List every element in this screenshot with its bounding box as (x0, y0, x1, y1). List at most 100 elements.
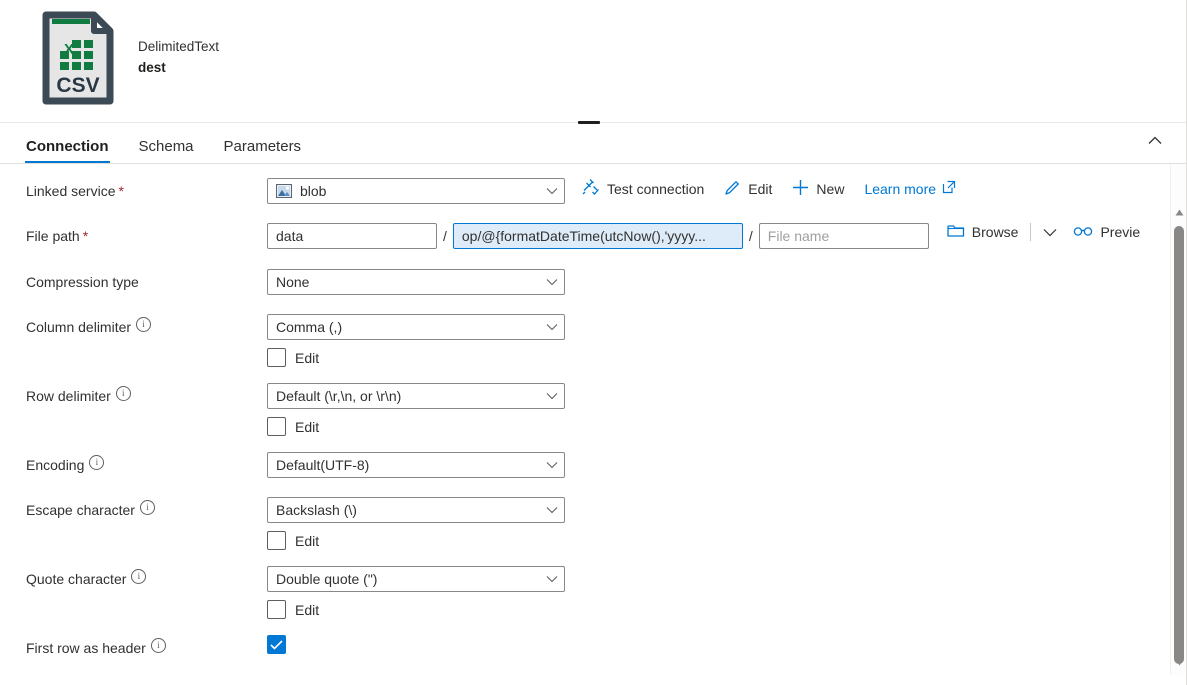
preview-label: Previe (1100, 224, 1141, 240)
compression-type-row: Compression type None (26, 269, 1187, 297)
external-link-icon (942, 180, 956, 197)
blob-storage-icon (275, 183, 293, 199)
escape-character-edit-row: Edit (267, 531, 565, 550)
linked-service-actions: Test connection Edit New Learn more (581, 178, 956, 199)
quote-character-dropdown[interactable]: Double quote (") (267, 566, 565, 592)
file-path-container-value: data (276, 228, 304, 244)
linked-service-label: Linked service * (26, 178, 267, 199)
escape-character-edit-checkbox[interactable] (267, 531, 286, 550)
dataset-name-label: dest (138, 60, 166, 75)
glasses-icon (1073, 224, 1093, 240)
tab-parameters[interactable]: Parameters (224, 139, 302, 163)
file-path-container-input[interactable]: data (267, 223, 437, 249)
row-delimiter-edit-label: Edit (295, 418, 320, 435)
edit-linked-service-button[interactable]: Edit (724, 179, 772, 199)
quote-character-edit-checkbox[interactable] (267, 600, 286, 619)
first-row-as-header-label-text: First row as header (26, 640, 146, 656)
chevron-down-icon (546, 323, 558, 331)
scroll-down-arrow-icon[interactable] (1171, 654, 1187, 671)
tab-connection[interactable]: Connection (25, 139, 109, 163)
quote-character-label: Quote character i (26, 566, 267, 587)
info-icon[interactable]: i (139, 499, 155, 515)
tab-bar: Connection Schema Parameters (0, 114, 1187, 164)
file-path-label-text: File path (26, 228, 80, 244)
first-row-as-header-row: First row as header i (26, 635, 1187, 663)
info-icon[interactable]: i (115, 385, 131, 401)
info-icon[interactable]: i (131, 568, 147, 584)
linked-service-dropdown[interactable]: blob (267, 178, 565, 204)
first-row-as-header-checkbox[interactable] (267, 635, 286, 654)
escape-character-label-text: Escape character (26, 502, 135, 518)
file-path-actions: Browse Previe (947, 223, 1140, 241)
plus-icon (792, 179, 809, 199)
preview-data-button[interactable]: Previe (1073, 224, 1140, 240)
connection-form-area: Linked service * blob Test connection Ed… (0, 164, 1187, 675)
pencil-icon (724, 179, 741, 199)
quote-character-label-text: Quote character (26, 571, 127, 587)
column-delimiter-edit-label: Edit (295, 349, 320, 366)
row-delimiter-dropdown[interactable]: Default (\r,\n, or \r\n) (267, 383, 565, 409)
compression-type-dropdown[interactable]: None (267, 269, 565, 295)
scrollbar-thumb[interactable] (1174, 226, 1184, 664)
file-name-input[interactable]: File name (758, 223, 929, 249)
quote-character-field: Double quote (") Edit (267, 566, 565, 619)
linked-service-value: blob (300, 183, 327, 199)
column-delimiter-dropdown[interactable]: Comma (,) (267, 314, 565, 340)
linked-service-label-text: Linked service (26, 183, 116, 199)
chevron-down-icon (546, 461, 558, 469)
browse-dropdown-button[interactable] (1043, 224, 1057, 240)
form-scrollbar[interactable] (1170, 164, 1187, 675)
chevron-down-icon (546, 506, 558, 514)
quote-character-row: Quote character i Double quote (") Edit (26, 566, 1187, 619)
test-connection-button[interactable]: Test connection (581, 178, 704, 199)
column-delimiter-row: Column delimiter i Comma (,) Edit (26, 314, 1187, 367)
dataset-header: X CSV DelimitedText dest (0, 0, 1187, 114)
encoding-dropdown[interactable]: Default(UTF-8) (267, 452, 565, 478)
scroll-up-arrow-icon[interactable] (1171, 204, 1187, 221)
info-icon[interactable]: i (89, 454, 105, 470)
column-delimiter-field: Comma (,) Edit (267, 314, 565, 367)
quote-character-edit-label: Edit (295, 601, 320, 618)
column-delimiter-edit-checkbox[interactable] (267, 348, 286, 367)
plug-check-icon (581, 178, 600, 199)
encoding-value: Default(UTF-8) (276, 457, 370, 473)
chevron-down-icon (546, 278, 558, 286)
file-path-directory-input[interactable]: op/@{formatDateTime(utcNow(),'yyyy... (452, 223, 743, 249)
row-delimiter-edit-checkbox[interactable] (267, 417, 286, 436)
path-separator: / (443, 228, 447, 244)
row-delimiter-label-text: Row delimiter (26, 388, 111, 404)
chevron-down-icon (546, 392, 558, 400)
required-asterisk: * (82, 228, 89, 244)
row-delimiter-edit-row: Edit (267, 417, 565, 436)
escape-character-field: Backslash (\) Edit (267, 497, 565, 550)
action-separator (1030, 223, 1032, 241)
folder-icon (947, 223, 965, 241)
escape-character-dropdown[interactable]: Backslash (\) (267, 497, 565, 523)
learn-more-label: Learn more (864, 180, 937, 197)
encoding-label-text: Encoding (26, 457, 85, 473)
quote-character-edit-row: Edit (267, 600, 565, 619)
column-delimiter-label: Column delimiter i (26, 314, 267, 335)
info-icon[interactable]: i (150, 637, 166, 653)
row-delimiter-row: Row delimiter i Default (\r,\n, or \r\n)… (26, 383, 1187, 436)
tab-schema[interactable]: Schema (139, 139, 194, 163)
csv-file-icon: X CSV (42, 11, 114, 105)
svg-text:CSV: CSV (56, 74, 99, 97)
browse-button[interactable]: Browse (947, 223, 1019, 241)
escape-character-label: Escape character i (26, 497, 267, 518)
new-label: New (816, 180, 845, 197)
linked-service-row: Linked service * blob Test connection Ed… (26, 178, 1187, 206)
test-connection-label: Test connection (607, 180, 705, 197)
file-name-placeholder: File name (767, 228, 830, 244)
chevron-down-icon (546, 187, 558, 195)
learn-more-link[interactable]: Learn more (864, 180, 956, 197)
escape-character-row: Escape character i Backslash (\) Edit (26, 497, 1187, 550)
info-icon[interactable]: i (136, 316, 152, 332)
browse-label: Browse (971, 224, 1019, 240)
first-row-as-header-label: First row as header i (26, 635, 267, 656)
file-path-directory-value: op/@{formatDateTime(utcNow(),'yyyy... (461, 228, 706, 244)
chevron-up-icon[interactable] (1139, 127, 1171, 153)
new-linked-service-button[interactable]: New (792, 179, 844, 199)
compression-type-label: Compression type (26, 269, 267, 290)
connection-form: Linked service * blob Test connection Ed… (0, 164, 1187, 663)
